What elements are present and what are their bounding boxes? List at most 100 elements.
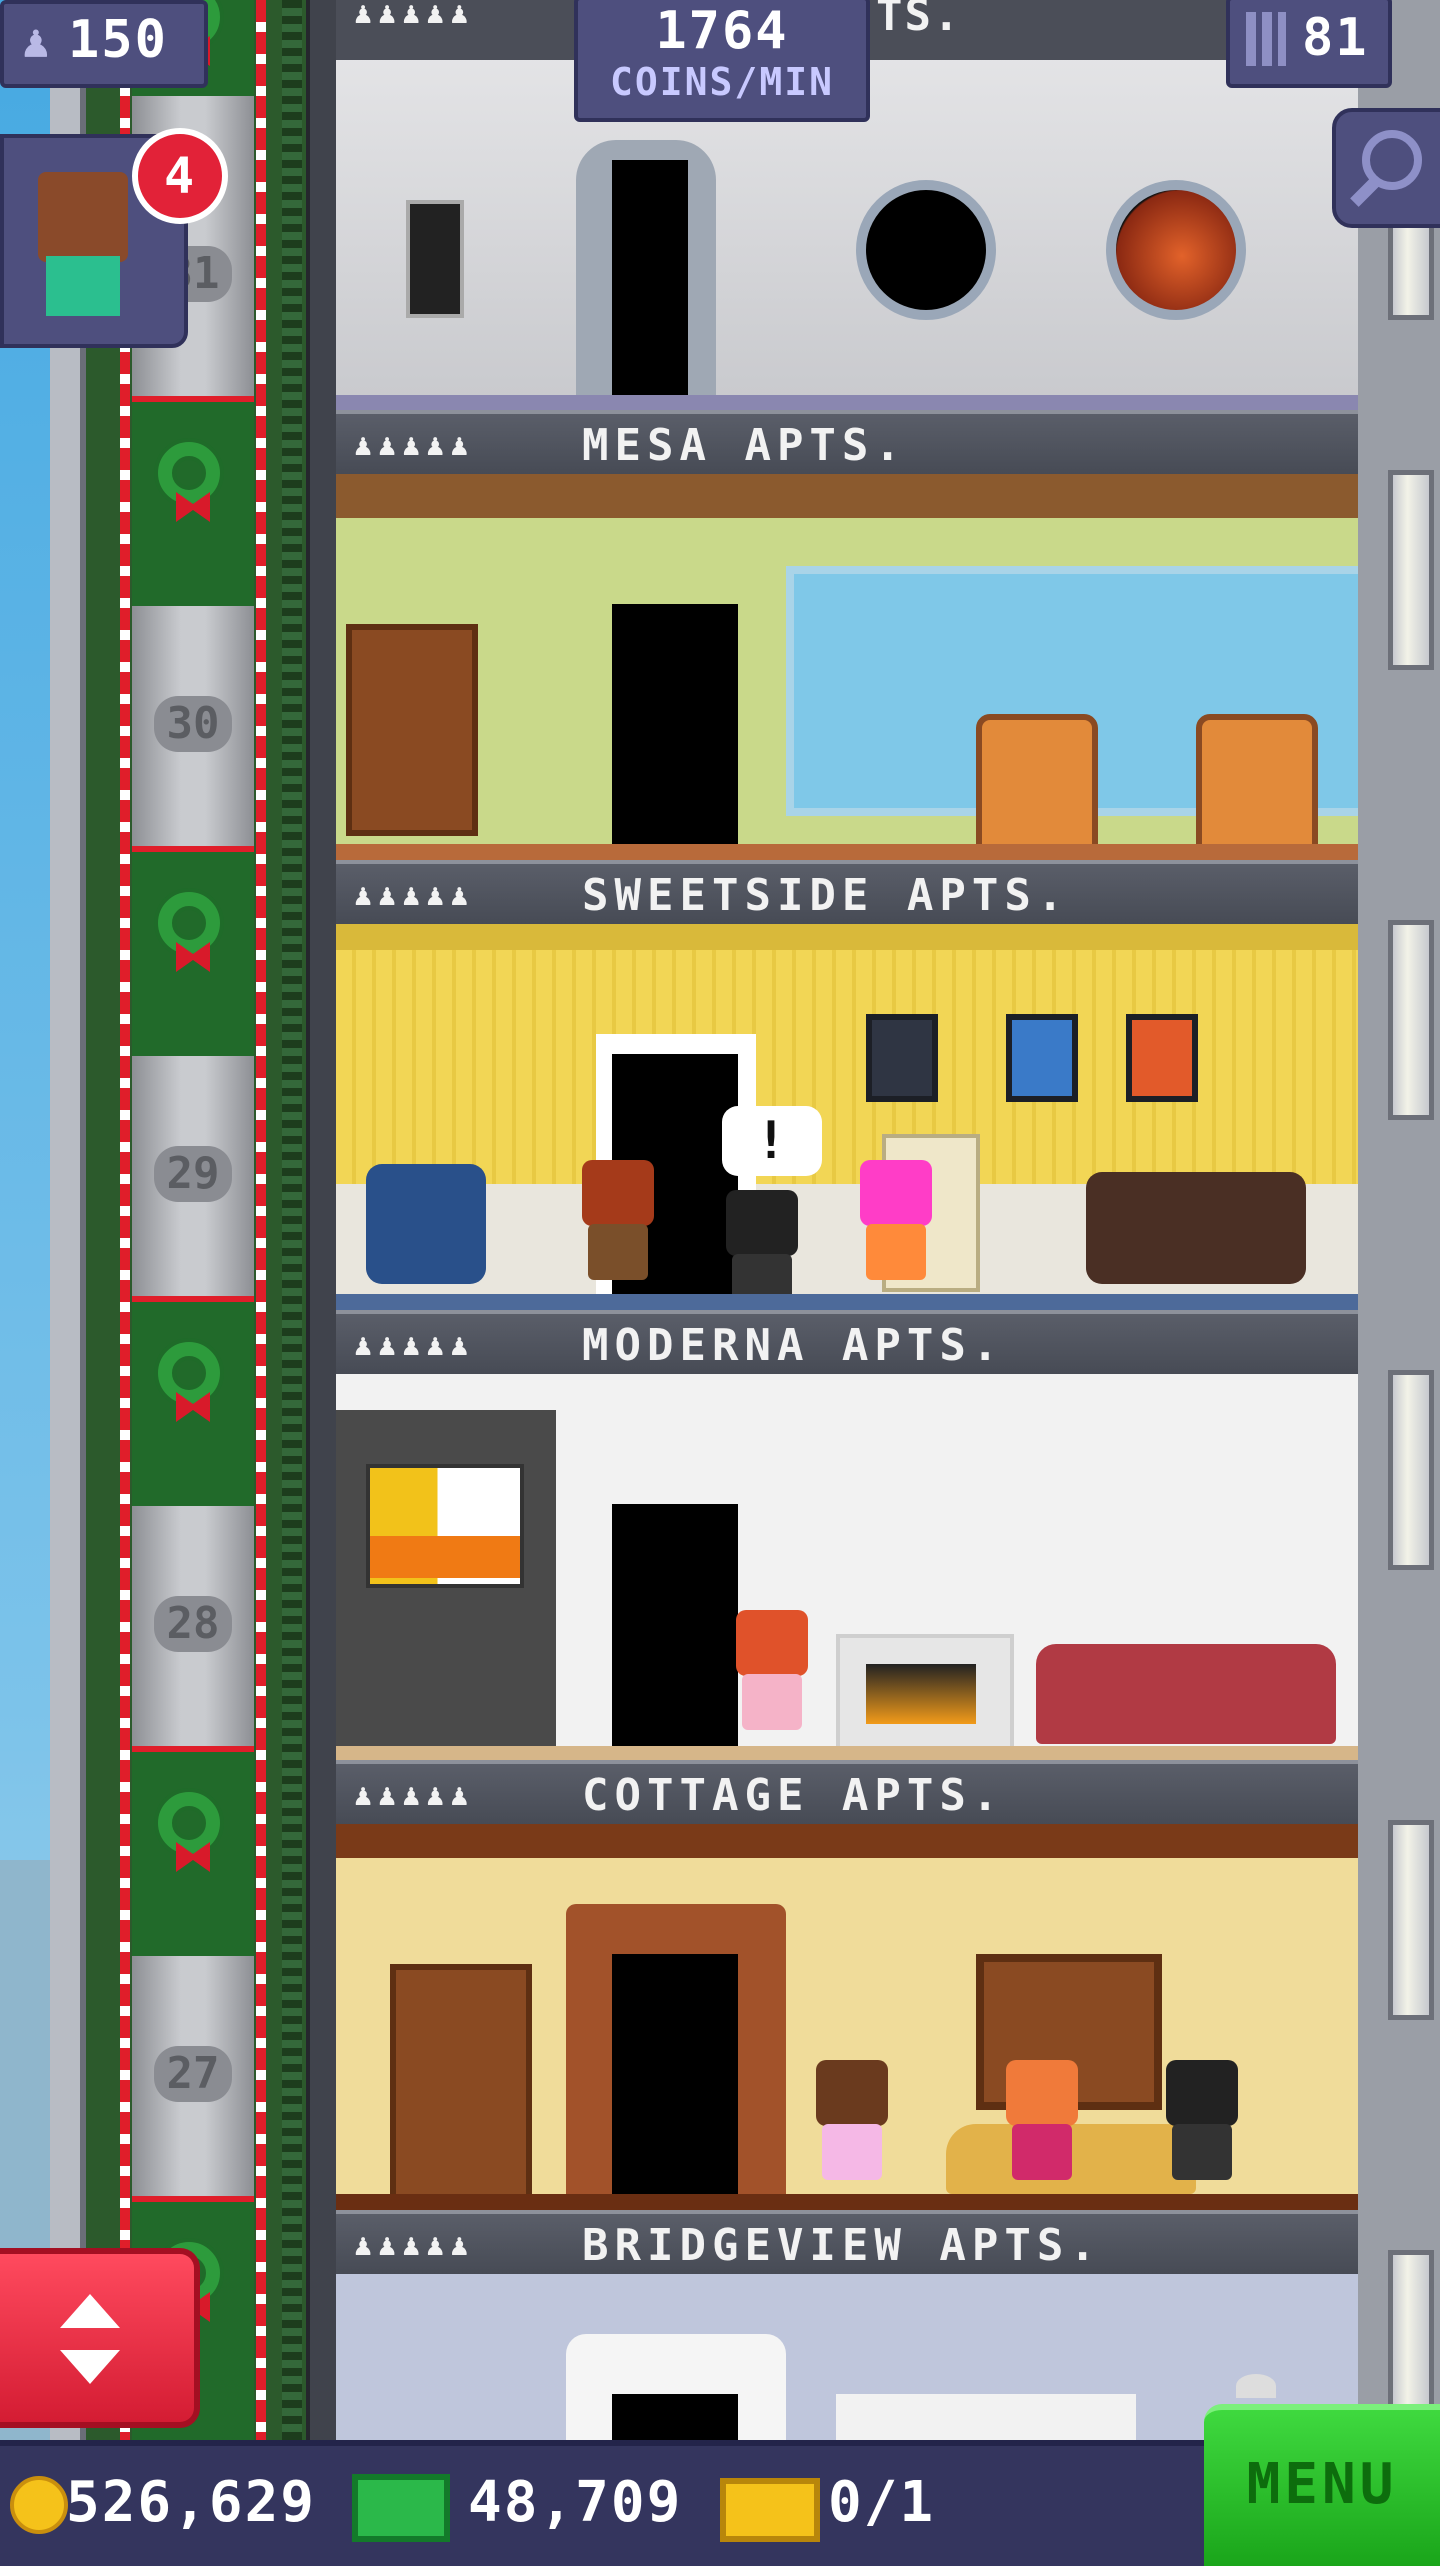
floor-number: 29 — [154, 1146, 232, 1202]
wreath-icon — [158, 892, 220, 954]
ceiling-lamp — [1236, 2374, 1276, 2398]
bookshelf — [346, 624, 478, 836]
wreath-panel — [132, 846, 254, 1068]
elevator-cable — [282, 0, 302, 2440]
floor-sweetside[interactable]: ! — [336, 924, 1358, 1310]
elevator-rail-left — [120, 0, 130, 2440]
elevator-floor-28: 28 — [132, 1506, 254, 1746]
occupant-icons: ♟♟♟♟♟ — [354, 2228, 475, 2263]
wreath-icon — [158, 1342, 220, 1404]
floors-counter[interactable]: 81 — [1226, 0, 1392, 88]
floor-mesa[interactable] — [336, 474, 1358, 860]
tower-edge — [1358, 0, 1440, 2450]
visitor-portrait-button[interactable]: 4 — [0, 128, 228, 348]
bitizen[interactable] — [860, 1160, 932, 1296]
floor-board — [336, 1294, 1358, 1310]
bux-value: 48,709 — [468, 2470, 683, 2535]
shaft-wall — [306, 0, 340, 2440]
armchair — [1196, 714, 1318, 856]
bitizen-body — [866, 1224, 926, 1280]
bitizen-body — [1172, 2124, 1232, 2180]
elevator-floor-30: 30 — [132, 606, 254, 846]
tower-window — [1388, 1370, 1434, 1570]
floor-sign-mesa[interactable]: ♟♟♟♟♟ MESA APTS. — [336, 410, 1358, 474]
wreath-panel — [132, 1296, 254, 1518]
floor-name: MESA APTS. — [582, 420, 907, 471]
floor-name: MODERNA APTS. — [582, 1320, 1005, 1371]
bitizen[interactable] — [582, 1160, 654, 1296]
elevator-door[interactable] — [612, 1504, 738, 1750]
population-counter[interactable]: ♟ 150 — [0, 0, 208, 88]
porthole-stars — [856, 180, 996, 320]
bitizen[interactable] — [1006, 2060, 1078, 2196]
floor-sign-bridgeview[interactable]: ♟♟♟♟♟ BRIDGEVIEW APTS. — [336, 2210, 1358, 2274]
abstract-painting-stripe — [370, 1536, 520, 1578]
bitizen-head — [860, 1160, 932, 1226]
elevator-control-button[interactable] — [0, 2248, 200, 2428]
elevator-door[interactable] — [612, 2394, 738, 2440]
red-sofa — [1036, 1644, 1336, 1744]
picture-frame — [1006, 1014, 1078, 1102]
floors-value: 81 — [1302, 8, 1369, 68]
wreath-panel — [132, 396, 254, 618]
blue-armchair — [366, 1164, 486, 1284]
bitizen[interactable] — [736, 1610, 808, 1746]
bitizen-burglar[interactable] — [1166, 2060, 1238, 2196]
bitizen-head — [582, 1160, 654, 1226]
elevator-shaft[interactable]: 31 30 29 28 27 — [86, 0, 306, 2458]
counter — [836, 2394, 1136, 2440]
visitor-avatar-head — [38, 172, 128, 262]
elevator-rail-right — [256, 0, 266, 2440]
tower-window — [1388, 920, 1434, 1120]
bitizen-body — [742, 1674, 802, 1730]
menu-button[interactable]: MENU — [1204, 2404, 1440, 2566]
ceiling-beam — [336, 474, 1358, 518]
floor-sign-cottage[interactable]: ♟♟♟♟♟ COTTAGE APTS. — [336, 1760, 1358, 1824]
vip-ticket-icon — [720, 2478, 820, 2542]
elevator-door[interactable] — [612, 1954, 738, 2210]
elevator-frame — [50, 0, 86, 2440]
notification-badge: 4 — [132, 128, 228, 224]
elevator-door[interactable] — [612, 604, 738, 844]
occupant-icons: ♟♟♟♟♟ — [354, 1778, 475, 1813]
search-button[interactable] — [1332, 108, 1440, 228]
ceiling-beam — [336, 1824, 1358, 1858]
wreath-panel — [132, 1746, 254, 1968]
coins-rate-unit: COINS/MIN — [610, 60, 834, 104]
bitizen-head — [816, 2060, 888, 2126]
elevator-floor-27: 27 — [132, 1956, 254, 2196]
arrow-up-icon — [60, 2294, 120, 2328]
population-icon: ♟ — [22, 14, 52, 68]
elevator-door[interactable] — [612, 160, 688, 400]
floor-number: 28 — [154, 1596, 232, 1652]
floor-name: BRIDGEVIEW APTS. — [582, 2220, 1102, 2271]
bitizen[interactable] — [816, 2060, 888, 2196]
control-panel — [406, 200, 464, 318]
elevator-floor-29: 29 — [132, 1056, 254, 1296]
floor-name: COTTAGE APTS. — [582, 1770, 1005, 1821]
bitizen-body — [822, 2124, 882, 2180]
bitizen-burglar[interactable] — [726, 1190, 798, 1310]
floor-name-partial: TS. — [876, 0, 962, 41]
floor-moderna[interactable] — [336, 1374, 1358, 1760]
floor-board — [336, 1746, 1358, 1760]
occupant-icons: ♟♟♟♟♟ — [354, 878, 475, 913]
occupant-icons: ♟♟♟♟♟ — [354, 1328, 475, 1363]
floor-board — [336, 844, 1358, 860]
bookshelf — [390, 1964, 532, 2206]
bitizen-head — [1006, 2060, 1078, 2126]
floor-sign-moderna[interactable]: ♟♟♟♟♟ MODERNA APTS. — [336, 1310, 1358, 1374]
arrow-down-icon — [60, 2350, 120, 2384]
bitizen-body — [588, 1224, 648, 1280]
wreath-icon — [158, 1792, 220, 1854]
bitizen-head — [1166, 2060, 1238, 2126]
speech-bubble[interactable]: ! — [722, 1106, 822, 1176]
coin-icon — [10, 2476, 68, 2534]
armchair — [976, 714, 1098, 856]
floor-sign-sweetside[interactable]: ♟♟♟♟♟ SWEETSIDE APTS. — [336, 860, 1358, 924]
ceiling-trim — [336, 924, 1358, 950]
tower-window — [1388, 470, 1434, 670]
floor-cottage[interactable] — [336, 1824, 1358, 2210]
occupant-icons: ♟♟♟♟♟ — [354, 0, 475, 31]
fireplace-fire — [866, 1664, 976, 1724]
